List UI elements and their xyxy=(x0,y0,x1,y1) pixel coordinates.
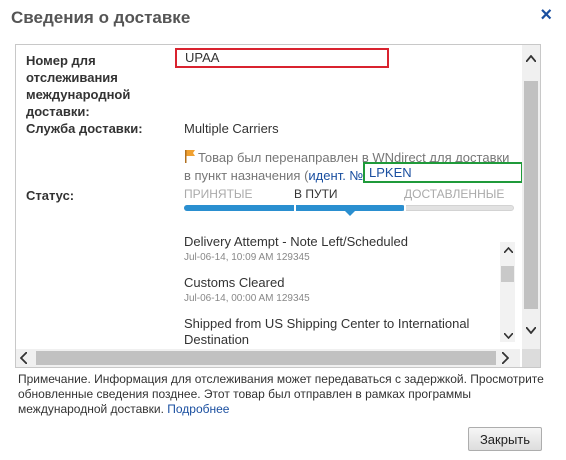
learn-more-link[interactable]: Подробнее xyxy=(167,402,229,416)
tracking-label-line: Номер для xyxy=(26,53,96,68)
tracking-label-line: отслеживания xyxy=(26,70,118,85)
vertical-scrollbar-thumb[interactable] xyxy=(524,81,538,309)
tracking-label: Номер для отслеживания международной дос… xyxy=(26,52,130,120)
delay-note: Примечание. Информация для отслеживания … xyxy=(18,372,548,417)
dialog-title: Сведения о доставке xyxy=(11,8,191,27)
event-title: Shipped from US Shipping Center to Inter… xyxy=(184,316,470,345)
delay-note-text: Примечание. Информация для отслеживания … xyxy=(18,372,544,416)
tracking-events-list: Delivery Attempt - Note Left/Scheduled J… xyxy=(184,230,520,345)
redirect-id-value: LPKEN xyxy=(363,162,523,183)
redirect-text-line2: в пункт назначения ( xyxy=(184,168,309,183)
tracking-label-line: международной xyxy=(26,87,131,102)
close-icon[interactable]: × xyxy=(540,4,552,27)
chevron-up-icon[interactable] xyxy=(525,53,537,65)
progress-step-in-transit: В ПУТИ xyxy=(294,187,338,201)
redirect-id-label: идент. № xyxy=(308,168,364,183)
events-scrollbar-thumb[interactable] xyxy=(501,266,514,282)
event-meta: Jul-06-14, 10:09 AM 129345 xyxy=(184,252,310,263)
list-item: Customs Cleared Jul-06-14, 00:00 AM 1293… xyxy=(184,275,520,304)
tracking-number: UPAA xyxy=(175,48,389,68)
events-scrollbar[interactable] xyxy=(500,242,515,342)
frame-vertical-scrollbar[interactable] xyxy=(522,45,540,349)
chevron-down-icon[interactable] xyxy=(503,330,514,342)
progress-step-delivered: ДОСТАВЛЕННЫЕ xyxy=(404,187,505,201)
service-value: Multiple Carriers xyxy=(184,121,279,136)
tracking-label-line: доставки: xyxy=(26,104,90,119)
chevron-up-icon[interactable] xyxy=(503,244,514,256)
close-button[interactable]: Закрыть xyxy=(468,427,542,451)
progress-divider xyxy=(294,205,296,211)
horizontal-scrollbar-thumb[interactable] xyxy=(36,351,496,365)
chevron-right-icon[interactable] xyxy=(501,351,510,367)
status-label: Статус: xyxy=(26,188,75,203)
details-frame: Номер для отслеживания международной дос… xyxy=(15,44,541,368)
frame-horizontal-scrollbar[interactable] xyxy=(16,349,520,367)
event-title: Customs Cleared xyxy=(184,275,285,290)
service-label: Служба доставки: xyxy=(26,121,143,136)
flag-icon xyxy=(184,150,196,167)
event-meta: Jul-06-14, 00:00 AM 129345 xyxy=(184,293,310,304)
progress-pointer xyxy=(344,210,356,216)
list-item: Delivery Attempt - Note Left/Scheduled J… xyxy=(184,234,520,263)
chevron-left-icon[interactable] xyxy=(19,351,28,367)
scrollbar-corner xyxy=(522,349,540,367)
list-item: Shipped from US Shipping Center to Inter… xyxy=(184,316,494,345)
progress-divider xyxy=(404,205,406,211)
event-title: Delivery Attempt - Note Left/Scheduled xyxy=(184,234,409,249)
progress-step-accepted: ПРИНЯТЫЕ xyxy=(184,187,253,201)
chevron-down-icon[interactable] xyxy=(525,325,537,337)
frame-content: Номер для отслеживания международной дос… xyxy=(16,45,523,345)
